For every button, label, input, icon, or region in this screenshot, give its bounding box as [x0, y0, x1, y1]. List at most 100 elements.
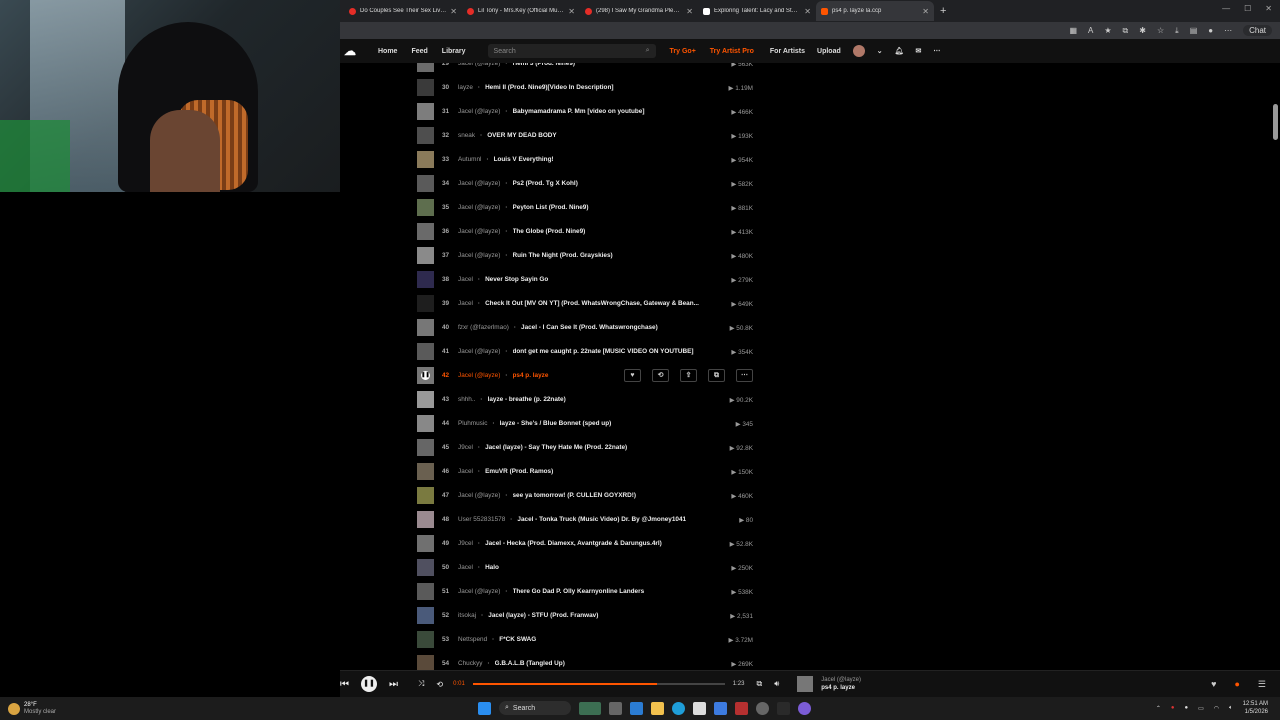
track-title[interactable]: There Go Dad P. Olly Kearnyonline Lander… [513, 588, 714, 595]
close-icon[interactable]: ✕ [568, 7, 575, 16]
soundcloud-logo-icon[interactable]: ☁ [344, 45, 362, 57]
track-title[interactable]: Ruin The Night (Prod. Grayskies) [513, 252, 714, 259]
track-artist[interactable]: fzxr (@fazerlmao) [458, 324, 509, 331]
track-artist[interactable]: User 552831578 [458, 516, 505, 523]
track-title[interactable]: layze - breathe (p. 22nate) [488, 396, 713, 403]
track-row[interactable]: 33 Autumnl · Louis V Everything! ▶ 954K [417, 151, 753, 168]
profile-icon[interactable]: ● [1208, 26, 1213, 35]
try-artist-pro-link[interactable]: Try Artist Pro [710, 48, 754, 55]
try-go-plus-link[interactable]: Try Go+ [670, 48, 696, 55]
more-dots-icon[interactable]: ⋯ [933, 47, 940, 55]
clock[interactable]: 12:51 AM 1/5/2026 [1243, 700, 1268, 716]
track-title[interactable]: Peyton List (Prod. Nine9) [513, 204, 714, 211]
track-row[interactable]: 43 shhh.. · layze - breathe (p. 22nate) ▶ 90… [417, 391, 753, 408]
track-artwork[interactable] [417, 295, 434, 312]
favorites-icon[interactable]: ☆ [1157, 26, 1164, 35]
track-artwork[interactable]: ❚❚ [417, 367, 434, 384]
track-title[interactable]: Check It Out [MV ON YT] (Prod. WhatsWron… [485, 300, 713, 307]
track-title[interactable]: layze - She's / Blue Bonnet (sped up) [500, 420, 713, 427]
track-artwork[interactable] [417, 511, 434, 528]
track-artist[interactable]: Jacel [458, 300, 473, 307]
file-explorer-icon[interactable] [651, 701, 664, 715]
track-row[interactable]: 49 J9cel · Jacel - Hecka (Prod. Diamexx, Av… [417, 535, 753, 552]
track-title[interactable]: Hemi II (Prod. Nine9)[Video In Descripti… [485, 84, 713, 91]
close-window-icon[interactable]: ✕ [1265, 4, 1272, 13]
track-artist[interactable]: J9cel [458, 540, 473, 547]
volume-icon[interactable]: 🔊︎ [774, 679, 779, 689]
track-title[interactable]: Babymamadrama P. Mm [video on youtube] [513, 108, 714, 115]
extensions-icon[interactable]: ▦ [1069, 26, 1077, 35]
menu-dots-icon[interactable]: ⋯ [1224, 26, 1232, 35]
app-tray-icon[interactable]: ● [1171, 705, 1175, 711]
like-heart-icon[interactable]: ♥ [1211, 679, 1216, 690]
close-icon[interactable]: ✕ [450, 7, 457, 16]
track-title[interactable]: Halo [485, 564, 713, 571]
track-title[interactable]: Jacel (layze) - STFU (Prod. Franwav) [488, 612, 713, 619]
more-dots-icon[interactable]: ⋯ [736, 369, 753, 382]
track-artwork[interactable] [417, 487, 434, 504]
track-title[interactable]: Ps2 (Prod. Tg X Kohl) [513, 180, 714, 187]
track-artwork[interactable] [417, 439, 434, 456]
track-title[interactable]: The Globe (Prod. Nine9) [513, 228, 714, 235]
now-playing-info[interactable]: Jacel (@layze) ps4 p. layze [821, 676, 861, 692]
share-icon[interactable]: ⇪ [680, 369, 697, 382]
copy-link-icon[interactable]: ⧉ [708, 369, 725, 382]
next-icon[interactable]: ⏭ [389, 679, 398, 690]
copilot-chat-button[interactable]: Chat [1243, 25, 1272, 36]
pause-icon[interactable]: ❚❚ [421, 371, 430, 380]
track-artist[interactable]: Jacel [458, 564, 473, 571]
chevron-down-icon[interactable]: ⌄ [877, 47, 883, 55]
close-icon[interactable]: ✕ [804, 7, 811, 16]
track-row[interactable]: 53 Nettspend · F*CK SWAG ▶ 3.72M [417, 631, 753, 648]
track-artist[interactable]: Chuckyy [458, 660, 483, 667]
edge-browser-icon[interactable] [672, 701, 685, 715]
track-row[interactable]: 35 Jacel (@layze) · Peyton List (Prod. Nine… [417, 199, 753, 216]
search-input[interactable]: Search ⌕ [487, 44, 656, 58]
track-artwork[interactable] [417, 247, 434, 264]
reading-mode-icon[interactable]: A [1088, 26, 1093, 35]
track-title[interactable]: ps4 p. layze [513, 372, 619, 379]
track-artwork[interactable] [417, 103, 434, 120]
track-title[interactable]: Jacel - Hecka (Prod. Diamexx, Avantgrade… [485, 540, 713, 547]
download-icon[interactable]: ⤓ [1175, 26, 1179, 36]
track-title[interactable]: F*CK SWAG [499, 636, 713, 643]
app-icon[interactable] [735, 701, 748, 715]
collections-icon[interactable]: ▤ [1190, 26, 1198, 35]
repost-icon[interactable]: ⟲ [652, 369, 669, 382]
progress-bar[interactable] [472, 683, 725, 685]
track-row[interactable]: ❚❚ 42 Jacel (@layze) · ps4 p. layze ♥ ⟲ ⇪ ⧉ ⋯ [417, 367, 753, 384]
widgets-icon[interactable] [579, 701, 601, 715]
track-artwork[interactable] [417, 559, 434, 576]
pause-button[interactable]: ❚❚ [361, 676, 377, 692]
track-artist[interactable]: Jacel (@layze) [458, 492, 500, 499]
track-artwork[interactable] [417, 655, 434, 670]
track-row[interactable]: 52 itsokaj · Jacel (layze) - STFU (Prod. Fr… [417, 607, 753, 624]
track-artist[interactable]: Jacel (@layze) [458, 108, 500, 115]
steam-icon[interactable] [777, 701, 790, 715]
track-artist[interactable]: Jacel (@layze) [458, 204, 500, 211]
track-row[interactable]: 34 Jacel (@layze) · Ps2 (Prod. Tg X Kohl) ▶ … [417, 175, 753, 192]
previous-icon[interactable]: ⏮ [340, 679, 349, 690]
track-artwork[interactable] [417, 127, 434, 144]
track-artist[interactable]: Nettspend [458, 636, 487, 643]
track-title[interactable]: Hemi 3 (Prod. Nine9) [513, 63, 714, 67]
track-artist[interactable]: sneak [458, 132, 475, 139]
browser-tab[interactable]: Do Couples See Their Sex Lives th ✕ [344, 1, 462, 21]
track-artist[interactable]: layze [458, 84, 473, 91]
close-icon[interactable]: ✕ [922, 7, 929, 16]
track-row[interactable]: 31 Jacel (@layze) · Babymamadrama P. Mm [vi… [417, 103, 753, 120]
browser-tab-active[interactable]: ps4 p. layze la.ccp ✕ [816, 1, 934, 21]
discord-icon[interactable] [798, 701, 811, 715]
notifications-bell-icon[interactable]: 🔔︎ [895, 47, 904, 55]
close-icon[interactable]: ✕ [686, 7, 693, 16]
calendar-icon[interactable] [693, 701, 706, 715]
shuffle-icon[interactable]: ⤨ [418, 679, 424, 689]
track-row[interactable]: 39 Jacel · Check It Out [MV ON YT] (Prod. W… [417, 295, 753, 312]
nav-feed[interactable]: Feed [411, 48, 427, 55]
nav-home[interactable]: Home [378, 48, 397, 55]
track-artist[interactable]: Autumnl [458, 156, 481, 163]
like-heart-icon[interactable]: ♥ [624, 369, 641, 382]
track-row[interactable]: 30 layze · Hemi II (Prod. Nine9)[Video In D… [417, 79, 753, 96]
track-title[interactable]: dont get me caught p. 22nate [MUSIC VIDE… [513, 348, 714, 355]
track-artwork[interactable] [417, 79, 434, 96]
